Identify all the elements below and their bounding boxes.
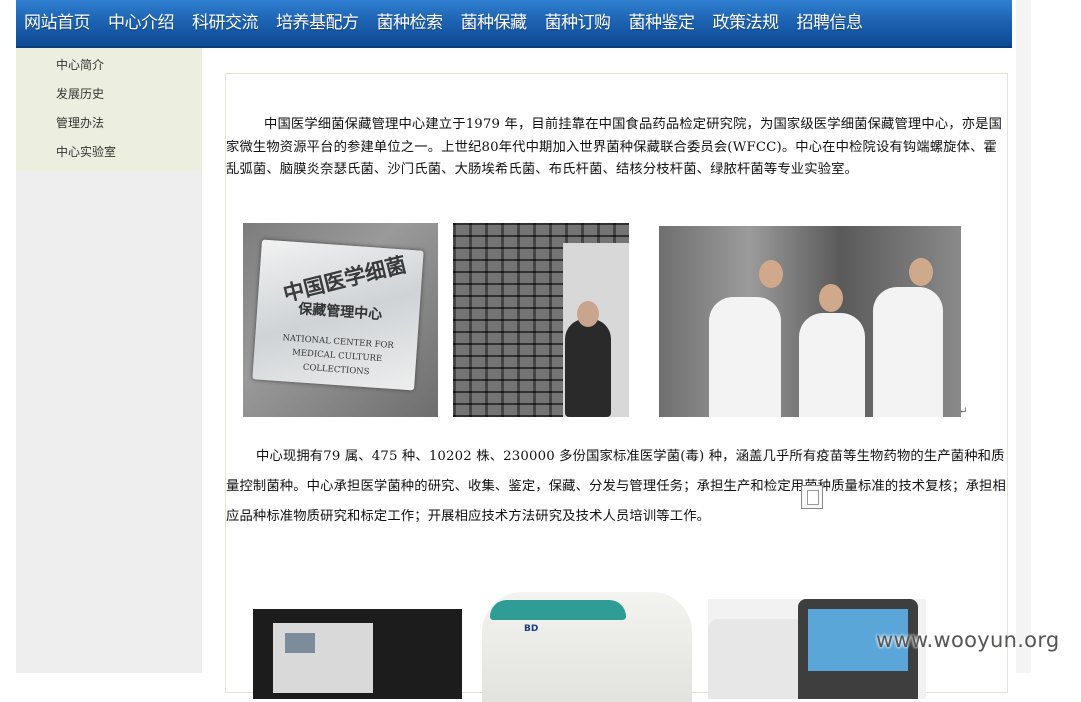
sidebar-item-center-intro[interactable]: 中心简介 [16, 51, 202, 80]
man-in-suit [565, 319, 611, 417]
left-sidebar: 中心简介 发展历史 管理办法 中心实验室 [16, 48, 202, 673]
lab-coat-person-1 [709, 297, 781, 417]
face-3 [909, 258, 933, 286]
bd-logo: BD [524, 624, 539, 634]
nav-strain-search[interactable]: 菌种检索 [368, 0, 452, 46]
lab-coat-person-2 [799, 313, 865, 417]
sidebar-item-management-rules[interactable]: 管理办法 [16, 109, 202, 138]
official-visit-photo [659, 226, 961, 417]
nameplate-cn-line2: 保藏管理中心 [297, 301, 383, 324]
storage-room-photo [453, 223, 629, 417]
broken-image-icon [801, 485, 823, 509]
instrument-screen [285, 633, 315, 653]
nav-home[interactable]: 网站首页 [16, 0, 99, 46]
nav-strain-preservation[interactable]: 菌种保藏 [452, 0, 536, 46]
center-nameplate-photo: 中国医学细菌 保藏管理中心 NATIONAL CENTER FOR MEDICA… [243, 223, 438, 417]
lab-coat-person-3 [873, 287, 943, 417]
nav-strain-order[interactable]: 菌种订购 [536, 0, 620, 46]
intro-paragraph: 中国医学细菌保藏管理中心建立于1979 年，目前挂靠在中国食品药品检定研究院，为… [226, 117, 1003, 177]
paragraph-mark: ↵ [959, 406, 968, 417]
nameplate-en-text: NATIONAL CENTER FOR MEDICAL CULTURE COLL… [257, 330, 418, 383]
nameplate: 中国医学细菌 保藏管理中心 NATIONAL CENTER FOR MEDICA… [252, 239, 424, 391]
nav-center-intro[interactable]: 中心介绍 [99, 0, 183, 46]
man-head [577, 301, 599, 327]
face-2 [819, 284, 843, 312]
face-1 [759, 260, 783, 288]
nav-strain-identification[interactable]: 菌种鉴定 [620, 0, 704, 46]
sidebar-menu: 中心简介 发展历史 管理办法 中心实验室 [16, 48, 202, 171]
nameplate-en-line2: MEDICAL CULTURE COLLECTIONS [291, 347, 383, 378]
page-scroll-gutter [1016, 0, 1031, 673]
analyzer-base [708, 619, 808, 699]
nav-research-exchange[interactable]: 科研交流 [183, 0, 267, 46]
main-content: 中国医学细菌保藏管理中心建立于1979 年，目前挂靠在中国食品药品检定研究院，为… [225, 73, 1008, 702]
instrument-lid [490, 600, 626, 620]
nav-recruitment[interactable]: 招聘信息 [788, 0, 872, 46]
nav-culture-media[interactable]: 培养基配方 [267, 0, 368, 46]
incubator-photo [253, 609, 462, 699]
top-navigation-bar: 网站首页 中心介绍 科研交流 培养基配方 菌种检索 菌种保藏 菌种订购 菌种鉴定… [16, 0, 1012, 48]
sidebar-item-history[interactable]: 发展历史 [16, 80, 202, 109]
bd-instrument-photo: BD [482, 592, 692, 702]
sidebar-item-laboratory[interactable]: 中心实验室 [16, 138, 202, 167]
watermark-text: www.wooyun.org [876, 628, 1060, 652]
holdings-paragraph: 中心现拥有79 属、475 种、10202 株、230000 多份国家标准医学菌… [226, 449, 1006, 524]
nav-policy-regulations[interactable]: 政策法规 [704, 0, 788, 46]
